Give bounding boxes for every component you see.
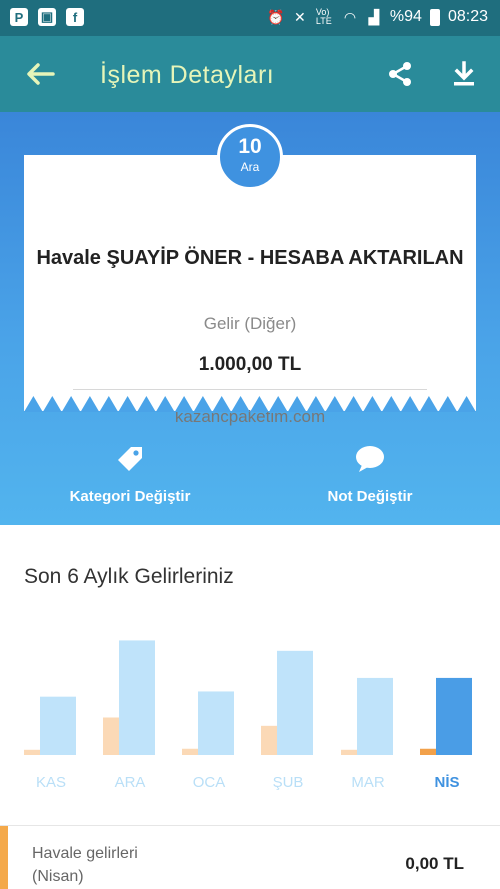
bar-primary-mar xyxy=(357,677,393,755)
transaction-card: Havale ŞUAYİP ÖNER - HESABA AKTARILAN Ge… xyxy=(24,155,476,426)
month-label-oca[interactable]: OCA xyxy=(174,774,244,791)
income-item-label: Havale gelirleri (Nisan) xyxy=(32,842,138,888)
change-category-button[interactable]: Kategori Değiştir xyxy=(30,442,230,505)
month-label-mar[interactable]: MAR xyxy=(333,774,403,791)
transaction-category: Gelir (Diğer) xyxy=(203,314,297,333)
date-month: Ara xyxy=(240,160,260,174)
status-system-icons: ⏰ ✕ Vo) LTE ◠ ▟ %94 08:23 xyxy=(267,7,488,26)
transaction-amount: 1.000,00 TL xyxy=(198,354,302,375)
bar-primary-ara xyxy=(119,640,155,755)
bar-secondary-ara xyxy=(103,717,119,755)
income-list-item[interactable]: Havale gelirleri (Nisan) 0,00 TL xyxy=(0,825,500,889)
change-note-label: Not Değiştir xyxy=(327,488,413,505)
tag-icon xyxy=(118,447,142,471)
share-button[interactable] xyxy=(382,56,418,92)
income-item-title: Havale gelirleri xyxy=(32,845,138,862)
alarm-icon: ⏰ xyxy=(267,8,285,25)
battery-percentage: %94 xyxy=(389,8,422,25)
image-notification-icon: ▣ xyxy=(38,8,56,26)
receipt-zigzag-edge xyxy=(24,396,476,412)
share-icon xyxy=(389,62,411,86)
wifi-icon: ◠ xyxy=(343,8,357,25)
date-day: 10 xyxy=(238,135,262,158)
category-accent-bar xyxy=(0,826,8,889)
status-bar: P ▣ f ⏰ ✕ Vo) LTE ◠ ▟ %94 08:23 xyxy=(0,0,500,36)
date-badge: 10 Ara xyxy=(217,124,283,190)
month-label-şub[interactable]: ŞUB xyxy=(253,774,323,791)
income-item-value: 0,00 TL xyxy=(405,854,464,873)
signal-icon: ▟ xyxy=(368,8,380,25)
app-notification-icon: P xyxy=(10,8,28,26)
bar-secondary-şub xyxy=(261,725,277,755)
clock: 08:23 xyxy=(447,8,488,25)
chart-title: Son 6 Aylık Gelirleriniz xyxy=(24,565,234,588)
status-notifications: P ▣ f xyxy=(10,8,84,26)
month-label-kas[interactable]: KAS xyxy=(16,774,86,791)
month-label-ara[interactable]: ARA xyxy=(95,774,165,791)
mute-icon: ✕ xyxy=(294,8,306,25)
facebook-notification-icon: f xyxy=(66,8,84,26)
page-title: İşlem Detayları xyxy=(100,61,275,89)
transaction-title: Havale ŞUAYİP ÖNER - HESABA AKTARILAN xyxy=(36,247,464,269)
battery-icon xyxy=(429,8,440,26)
bar-secondary-mar xyxy=(341,749,357,755)
back-button[interactable] xyxy=(22,56,58,92)
month-label-ni̇s[interactable]: NİS xyxy=(412,774,482,791)
download-icon xyxy=(454,61,474,86)
back-arrow-icon xyxy=(27,63,55,85)
income-item-period: (Nisan) xyxy=(32,868,84,885)
bar-primary-şub xyxy=(277,650,313,755)
bar-secondary-oca xyxy=(182,748,198,755)
comment-icon xyxy=(356,446,384,472)
bar-primary-kas xyxy=(40,696,76,755)
bar-secondary-ni̇s xyxy=(420,748,436,755)
download-button[interactable] xyxy=(446,56,482,92)
bar-primary-oca xyxy=(198,691,234,755)
network-label: Vo) LTE xyxy=(315,7,332,26)
app-bar: İşlem Detayları xyxy=(0,36,500,112)
change-note-button[interactable]: Not Değiştir xyxy=(270,442,470,505)
bar-secondary-kas xyxy=(24,749,40,755)
bar-primary-ni̇s xyxy=(436,677,472,755)
change-category-label: Kategori Değiştir xyxy=(69,488,191,505)
